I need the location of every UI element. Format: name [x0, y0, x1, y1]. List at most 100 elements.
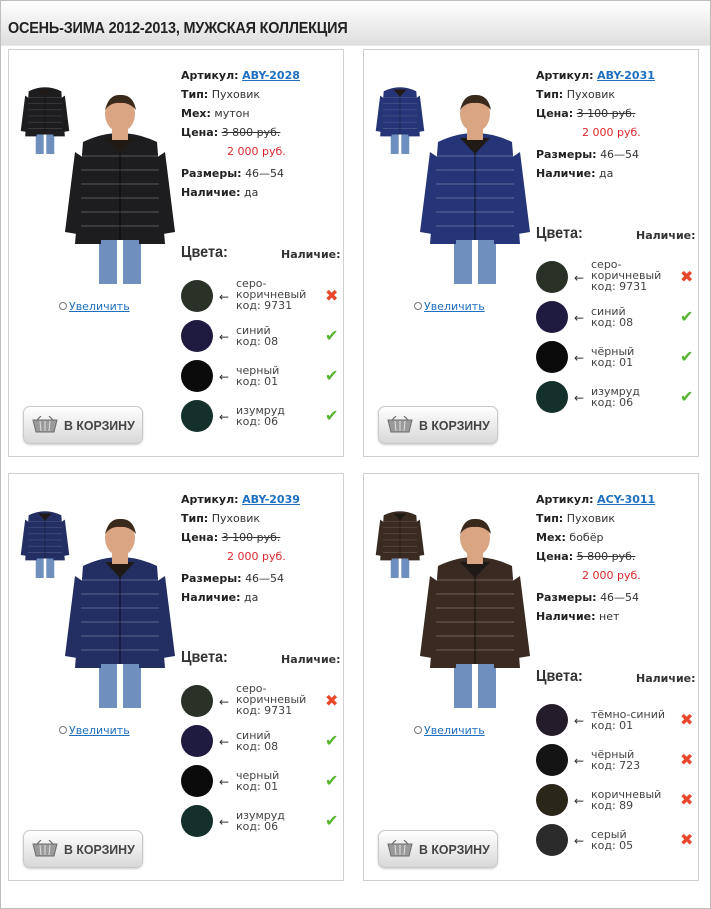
- color-swatch[interactable]: [536, 261, 568, 293]
- color-code-line: код: 08: [591, 316, 634, 329]
- color-name: тёмно-синий код: 01: [591, 709, 665, 731]
- check-icon: ✔: [680, 347, 694, 366]
- color-name: серый код: 05: [591, 829, 633, 851]
- color-swatch[interactable]: [536, 784, 568, 816]
- color-swatch[interactable]: [536, 744, 568, 776]
- color-swatch[interactable]: [181, 765, 213, 797]
- arrow-left-icon: ←: [219, 330, 230, 344]
- page-title: ОСЕНЬ-ЗИМА 2012-2013, МУЖСКАЯ КОЛЛЕКЦИЯ: [8, 20, 348, 37]
- add-to-cart-label: В КОРЗИНУ: [64, 842, 135, 857]
- arrow-left-icon: ←: [574, 794, 585, 808]
- add-to-cart-button[interactable]: В КОРЗИНУ: [378, 830, 498, 868]
- color-name: коричневый код: 89: [591, 789, 661, 811]
- color-swatch[interactable]: [181, 280, 213, 312]
- basket-icon: [387, 415, 413, 434]
- color-code-line: код: 08: [236, 740, 279, 753]
- availability-value: да: [599, 167, 614, 180]
- color-swatch[interactable]: [536, 301, 568, 333]
- article-label: Артикул:: [536, 69, 594, 82]
- article-link[interactable]: ABY-2039: [242, 493, 300, 506]
- colors-availability-title: Наличие:: [281, 248, 341, 261]
- sizes-label: Размеры:: [181, 572, 242, 585]
- color-swatch[interactable]: [181, 320, 213, 352]
- availability-label: Наличие:: [181, 591, 241, 604]
- fur-label: Мех:: [536, 531, 566, 544]
- product-photo: [61, 94, 179, 284]
- color-swatch[interactable]: [181, 400, 213, 432]
- color-code-line: код: 01: [591, 719, 634, 732]
- color-name: синий код: 08: [236, 730, 278, 752]
- color-name: серо-коричневый код: 9731: [236, 683, 306, 716]
- color-name: черный код: 01: [236, 365, 279, 387]
- magnifier-icon: [414, 302, 422, 310]
- type-label: Тип:: [536, 88, 564, 101]
- color-swatch[interactable]: [536, 341, 568, 373]
- add-to-cart-button[interactable]: В КОРЗИНУ: [23, 406, 143, 444]
- zoom-link[interactable]: Увеличить: [59, 300, 130, 313]
- arrow-left-icon: ←: [219, 695, 230, 709]
- price-label: Цена:: [536, 107, 574, 120]
- color-code-line: код: 723: [591, 759, 641, 772]
- color-swatch[interactable]: [181, 725, 213, 757]
- color-name: черный код: 01: [236, 770, 279, 792]
- type-value: Пуховик: [566, 88, 616, 101]
- article-link[interactable]: ABY-2028: [242, 69, 300, 82]
- cross-icon: ✖: [680, 710, 694, 729]
- type-label: Тип:: [536, 512, 564, 525]
- cross-icon: ✖: [325, 691, 339, 710]
- check-icon: ✔: [325, 771, 339, 790]
- zoom-label: Увеличить: [424, 300, 485, 313]
- color-code-line: код: 9731: [236, 299, 293, 312]
- old-price: 3 100 руб.: [221, 531, 281, 544]
- color-swatch[interactable]: [181, 360, 213, 392]
- zoom-label: Увеличить: [424, 724, 485, 737]
- old-price: 3 800 руб.: [221, 126, 281, 139]
- fur-value: бобёр: [569, 531, 604, 544]
- product-photo: [416, 518, 534, 708]
- color-swatch[interactable]: [181, 805, 213, 837]
- color-name: серо-коричневый код: 9731: [236, 278, 306, 311]
- fur-label: Мех:: [181, 107, 211, 120]
- new-price: 2 000 руб.: [227, 550, 286, 563]
- arrow-left-icon: ←: [219, 775, 230, 789]
- check-icon: ✔: [680, 307, 694, 326]
- add-to-cart-label: В КОРЗИНУ: [419, 842, 490, 857]
- cross-icon: ✖: [680, 267, 694, 286]
- new-price: 2 000 руб.: [227, 145, 286, 158]
- arrow-left-icon: ←: [219, 735, 230, 749]
- old-price: 3 100 руб.: [576, 107, 636, 120]
- availability-value: да: [244, 591, 259, 604]
- color-code-line: код: 01: [591, 356, 634, 369]
- color-swatch[interactable]: [181, 685, 213, 717]
- zoom-link[interactable]: Увеличить: [414, 724, 485, 737]
- article-link[interactable]: ABY-2031: [597, 69, 655, 82]
- cross-icon: ✖: [680, 830, 694, 849]
- color-swatch[interactable]: [536, 824, 568, 856]
- product-card: Увеличить Артикул: ACY-3011 Тип: Пуховик Ме…: [363, 473, 699, 881]
- zoom-link[interactable]: Увеличить: [414, 300, 485, 313]
- color-name: синий код: 08: [591, 306, 633, 328]
- cross-icon: ✖: [680, 790, 694, 809]
- colors-title: Цвета:: [536, 225, 583, 242]
- product-info: Артикул: ABY-2028 Тип: Пуховик Мех: мутон Ц…: [181, 66, 300, 202]
- type-label: Тип:: [181, 88, 209, 101]
- availability-label: Наличие:: [181, 186, 241, 199]
- color-swatch[interactable]: [536, 381, 568, 413]
- colors-availability-title: Наличие:: [281, 653, 341, 666]
- article-label: Артикул:: [181, 69, 239, 82]
- basket-icon: [32, 415, 58, 434]
- color-name: чёрный код: 723: [591, 749, 640, 771]
- sizes-value: 46—54: [600, 591, 640, 604]
- colors-title: Цвета:: [181, 244, 228, 261]
- add-to-cart-button[interactable]: В КОРЗИНУ: [23, 830, 143, 868]
- availability-label: Наличие:: [536, 167, 596, 180]
- add-to-cart-button[interactable]: В КОРЗИНУ: [378, 406, 498, 444]
- color-swatch[interactable]: [536, 704, 568, 736]
- type-value: Пуховик: [211, 88, 261, 101]
- check-icon: ✔: [325, 326, 339, 345]
- add-to-cart-label: В КОРЗИНУ: [419, 418, 490, 433]
- zoom-link[interactable]: Увеличить: [59, 724, 130, 737]
- arrow-left-icon: ←: [574, 351, 585, 365]
- new-price: 2 000 руб.: [582, 126, 641, 139]
- article-link[interactable]: ACY-3011: [597, 493, 655, 506]
